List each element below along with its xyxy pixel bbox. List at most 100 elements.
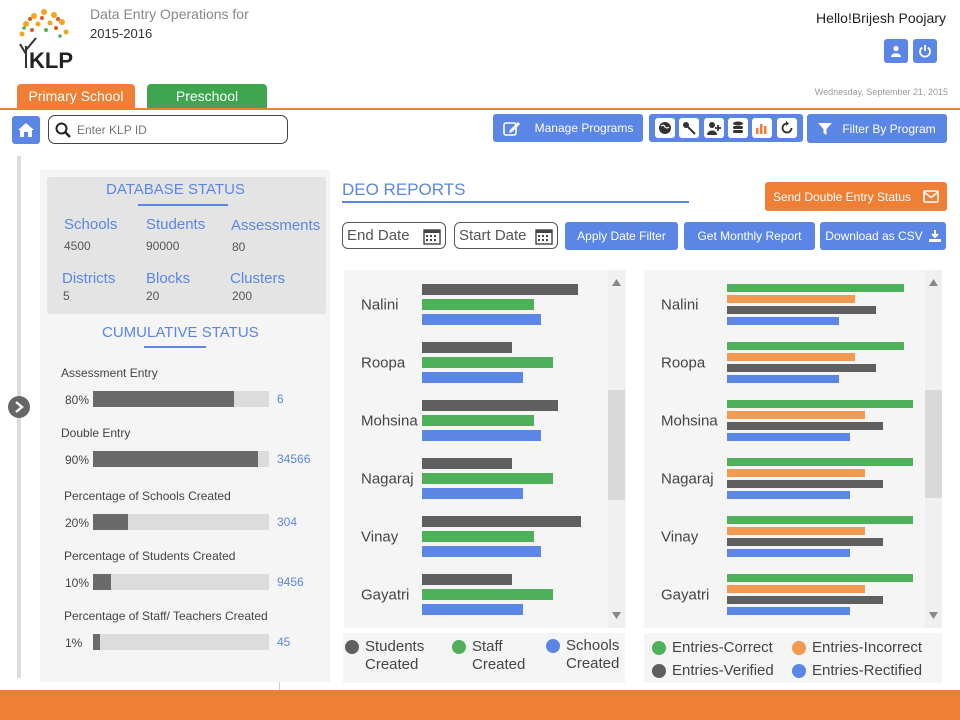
legend-swatch [652, 641, 666, 655]
bar-staff-created[interactable] [422, 531, 534, 542]
category-label: Nalini [361, 297, 399, 314]
deo-reports-title: DEO REPORTS [342, 180, 466, 199]
legend-label: Entries-Verified [672, 662, 774, 679]
apply-date-filter-button[interactable]: Apply Date Filter [565, 222, 678, 250]
cumulative-item-label: Percentage of Students Created [64, 549, 236, 563]
bar-entries-correct[interactable] [727, 400, 913, 408]
bar-entries-correct[interactable] [727, 284, 904, 292]
bar-entries-correct[interactable] [727, 516, 913, 524]
bar-schools-created[interactable] [422, 314, 541, 325]
category-label: Nagaraj [361, 471, 414, 488]
cumulative-item-count[interactable]: 6 [277, 392, 284, 406]
profile-button[interactable] [884, 39, 908, 63]
logout-button[interactable] [913, 39, 937, 63]
legend-label: Entries-Rectified [812, 662, 923, 679]
bar-entries-incorrect[interactable] [727, 469, 865, 477]
cumulative-progress-track [93, 634, 269, 650]
klp-logo: KLP [12, 6, 78, 74]
cumulative-status-title: CUMULATIVE STATUS [102, 324, 259, 341]
bar-entries-verified[interactable] [727, 422, 883, 430]
bar-schools-created[interactable] [422, 488, 523, 499]
cumulative-item-percent: 90% [65, 453, 90, 467]
bar-students-created[interactable] [422, 516, 581, 527]
bar-entries-incorrect[interactable] [727, 353, 855, 361]
filter-icon [818, 122, 833, 135]
send-double-entry-label: Send Double Entry Status [772, 189, 912, 204]
klp-search[interactable] [48, 115, 288, 144]
database-icon[interactable] [728, 118, 749, 138]
cumulative-progress-fill [93, 391, 234, 407]
bar-schools-created[interactable] [422, 546, 541, 557]
deo-created-chart: Nalini Roopa Mohsina Nagaraj Vinay Gayatri [361, 284, 581, 615]
bar-staff-created[interactable] [422, 589, 553, 600]
bar-entries-rectified[interactable] [727, 375, 839, 383]
user-icon [891, 45, 901, 57]
manage-programs-button[interactable]: Manage Programs [493, 114, 643, 142]
bar-entries-incorrect[interactable] [727, 295, 855, 303]
bar-entries-correct[interactable] [727, 342, 904, 350]
bar-entries-incorrect[interactable] [727, 527, 865, 535]
key-icon[interactable] [679, 118, 700, 138]
calendar-icon[interactable] [535, 227, 553, 245]
filter-by-program-button[interactable]: Filter By Program [807, 114, 947, 143]
klp-id-input[interactable] [77, 122, 277, 137]
bar-students-created[interactable] [422, 284, 578, 295]
globe-icon[interactable] [655, 118, 676, 138]
filter-by-program-label: Filter By Program [842, 121, 936, 136]
cumulative-item-label: Double Entry [61, 426, 131, 440]
bar-students-created[interactable] [422, 574, 512, 585]
cumulative-item-count[interactable]: 34566 [277, 452, 310, 466]
refresh-icon[interactable] [776, 118, 797, 138]
cumulative-item-count[interactable]: 45 [277, 635, 290, 649]
bar-entries-rectified[interactable] [727, 433, 850, 441]
tab-primary-school[interactable]: Primary School [17, 84, 135, 108]
add-user-icon[interactable] [703, 118, 724, 138]
bar-entries-verified[interactable] [727, 480, 883, 488]
sidebar-toggle-button[interactable] [8, 396, 30, 418]
legend-label: Schools Created [566, 637, 620, 672]
get-monthly-report-button[interactable]: Get Monthly Report [684, 222, 815, 250]
legend-item: Schools Created [546, 637, 626, 673]
cumulative-item-count[interactable]: 9456 [277, 575, 304, 589]
download-csv-button[interactable]: Download as CSV [820, 222, 946, 250]
bar-staff-created[interactable] [422, 299, 534, 310]
home-button[interactable] [12, 116, 40, 144]
bar-schools-created[interactable] [422, 604, 523, 615]
bar-entries-rectified[interactable] [727, 549, 850, 557]
bar-entries-rectified[interactable] [727, 491, 850, 499]
calendar-icon[interactable] [423, 227, 441, 245]
bar-entries-rectified[interactable] [727, 607, 850, 615]
bar-entries-verified[interactable] [727, 306, 876, 314]
bar-entries-correct[interactable] [727, 574, 913, 582]
bar-staff-created[interactable] [422, 415, 534, 426]
bar-entries-correct[interactable] [727, 458, 913, 466]
bar-entries-verified[interactable] [727, 538, 883, 546]
bar-entries-incorrect[interactable] [727, 585, 865, 593]
cumulative-progress-track [93, 391, 269, 407]
bar-schools-created[interactable] [422, 372, 523, 383]
cumulative-item-count[interactable]: 304 [277, 515, 297, 529]
bar-students-created[interactable] [422, 458, 512, 469]
bar-entries-incorrect[interactable] [727, 411, 865, 419]
bar-entries-rectified[interactable] [727, 317, 839, 325]
database-status-title: DATABASE STATUS [106, 181, 245, 198]
bar-students-created[interactable] [422, 400, 558, 411]
download-icon [928, 230, 941, 242]
stat-schools-value: 4500 [64, 239, 91, 253]
chart2-scrollbar[interactable] [925, 270, 942, 628]
bar-staff-created[interactable] [422, 473, 553, 484]
chart1-scrollbar[interactable] [608, 270, 625, 628]
stat-assessments-label: Assessments [231, 217, 321, 234]
chart-icon[interactable] [752, 118, 773, 138]
bar-staff-created[interactable] [422, 357, 553, 368]
send-double-entry-status-button[interactable]: Send Double Entry Status [765, 182, 947, 211]
bar-schools-created[interactable] [422, 430, 541, 441]
start-date-field[interactable]: Start Date [454, 222, 558, 249]
bar-students-created[interactable] [422, 342, 512, 353]
operations-label: Data Entry Operations for [90, 6, 249, 22]
category-label: Vinay [661, 529, 699, 546]
tab-preschool[interactable]: Preschool [147, 84, 267, 108]
bar-entries-verified[interactable] [727, 596, 883, 604]
bar-entries-verified[interactable] [727, 364, 876, 372]
end-date-field[interactable]: End Date [342, 222, 446, 249]
